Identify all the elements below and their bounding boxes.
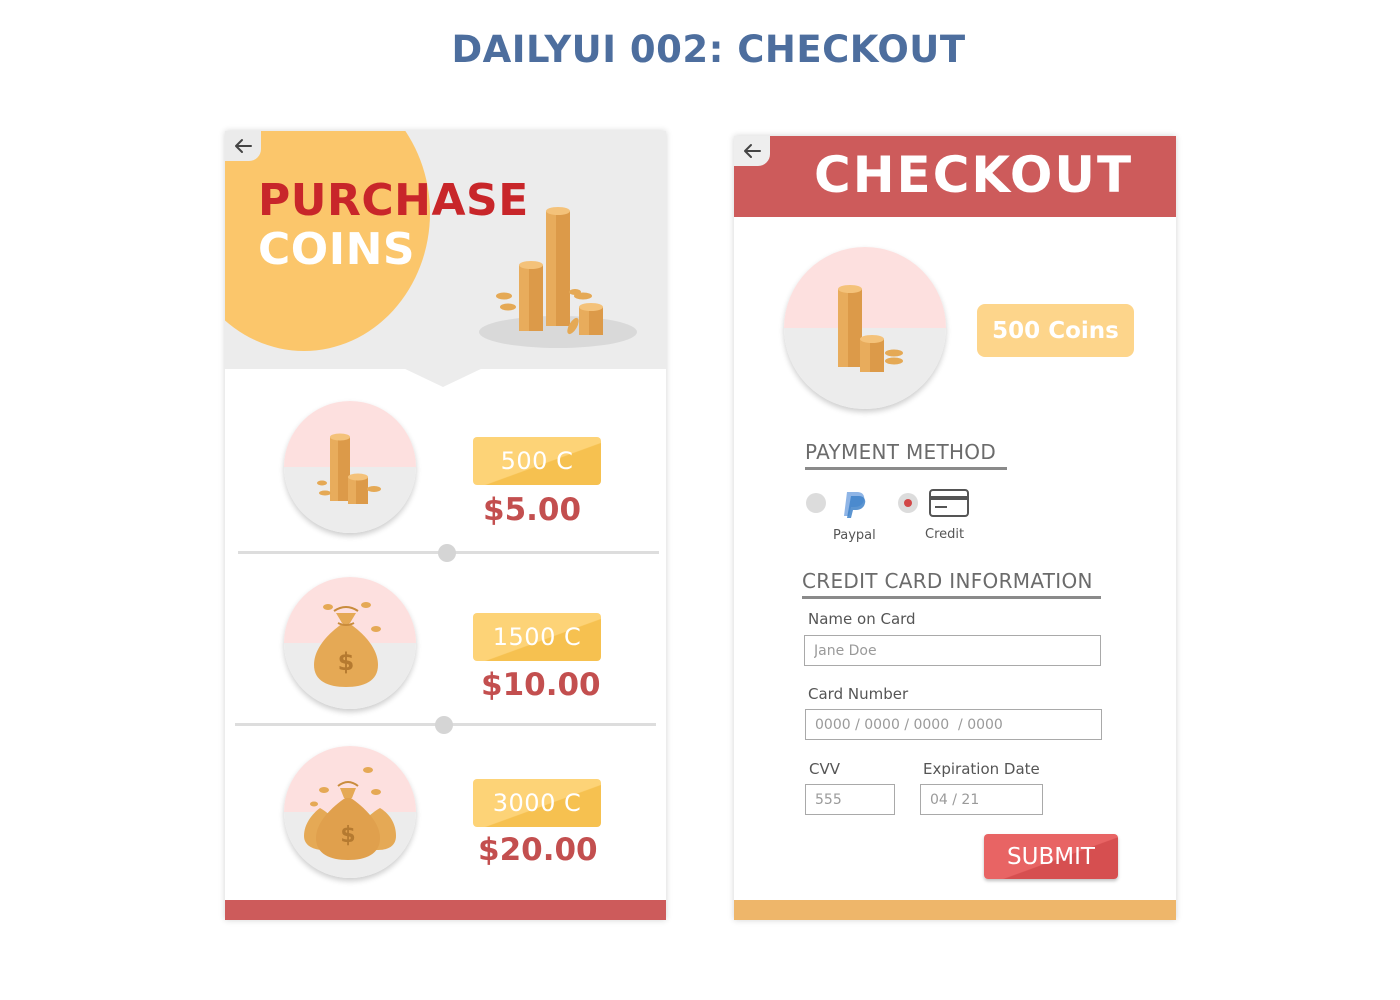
purchase-coins-panel: PURCHASE COINS 500 C $5.00 $ 1500 C $10.… (225, 131, 666, 920)
checkout-title: CHECKOUT (814, 146, 1134, 204)
credit-card-info-heading: CREDIT CARD INFORMATION (802, 569, 1101, 599)
selected-amount-badge: 500 Coins (977, 304, 1134, 357)
package-3000-price: $20.00 (478, 832, 598, 868)
arrow-left-icon (744, 144, 761, 158)
purchase-hero: PURCHASE COINS (225, 131, 666, 369)
arrow-left-icon (235, 139, 252, 153)
checkout-header: CHECKOUT (734, 136, 1176, 217)
cvv-label: CVV (809, 760, 840, 778)
credit-radio[interactable] (898, 493, 918, 513)
page-heading: DAILYUI 002: CHECKOUT (451, 28, 966, 71)
package-1500-thumbnail[interactable]: $ (284, 577, 416, 709)
checkout-panel: CHECKOUT 500 Coins PAYMENT METHOD Paypal… (734, 136, 1176, 920)
coin-stacks-illustration (479, 207, 637, 348)
coin-stack-icon (838, 285, 903, 372)
package-500-thumbnail[interactable] (284, 401, 416, 533)
svg-text:$: $ (338, 648, 355, 676)
payment-method-heading: PAYMENT METHOD (805, 440, 1007, 470)
card-number-label: Card Number (808, 685, 909, 703)
paypal-label: Paypal (833, 528, 876, 543)
submit-button[interactable]: SUBMIT (984, 834, 1118, 879)
package-1500-amount-badge[interactable]: 1500 C (473, 613, 601, 661)
credit-card-icon (929, 489, 969, 517)
cvv-input[interactable] (805, 784, 895, 815)
back-button[interactable] (734, 136, 770, 166)
money-bag-icon: $ (314, 602, 381, 687)
package-3000-thumbnail[interactable]: $ (284, 746, 416, 878)
bottom-bar (225, 900, 666, 920)
hero-notch (401, 367, 485, 387)
coin-stack-icon (317, 433, 381, 504)
name-on-card-input[interactable] (804, 635, 1101, 666)
paypal-icon (844, 492, 866, 518)
order-summary-thumbnail (784, 247, 946, 409)
svg-text:$: $ (340, 823, 355, 848)
name-on-card-label: Name on Card (808, 610, 916, 628)
back-button[interactable] (225, 131, 261, 161)
card-number-input[interactable] (805, 709, 1102, 740)
credit-label: Credit (925, 527, 965, 542)
paypal-radio[interactable] (806, 493, 826, 513)
package-3000-amount-badge[interactable]: 3000 C (473, 779, 601, 827)
bottom-bar (734, 900, 1176, 920)
hero-title-line2: COINS (258, 224, 416, 275)
divider-knob (435, 716, 453, 734)
expiration-date-input[interactable] (920, 784, 1043, 815)
package-500-price: $5.00 (483, 492, 582, 528)
expiration-date-label: Expiration Date (923, 760, 1040, 778)
money-bags-icon: $ (304, 767, 396, 860)
package-1500-price: $10.00 (481, 667, 601, 703)
divider-knob (438, 544, 456, 562)
package-500-amount-badge[interactable]: 500 C (473, 437, 601, 485)
